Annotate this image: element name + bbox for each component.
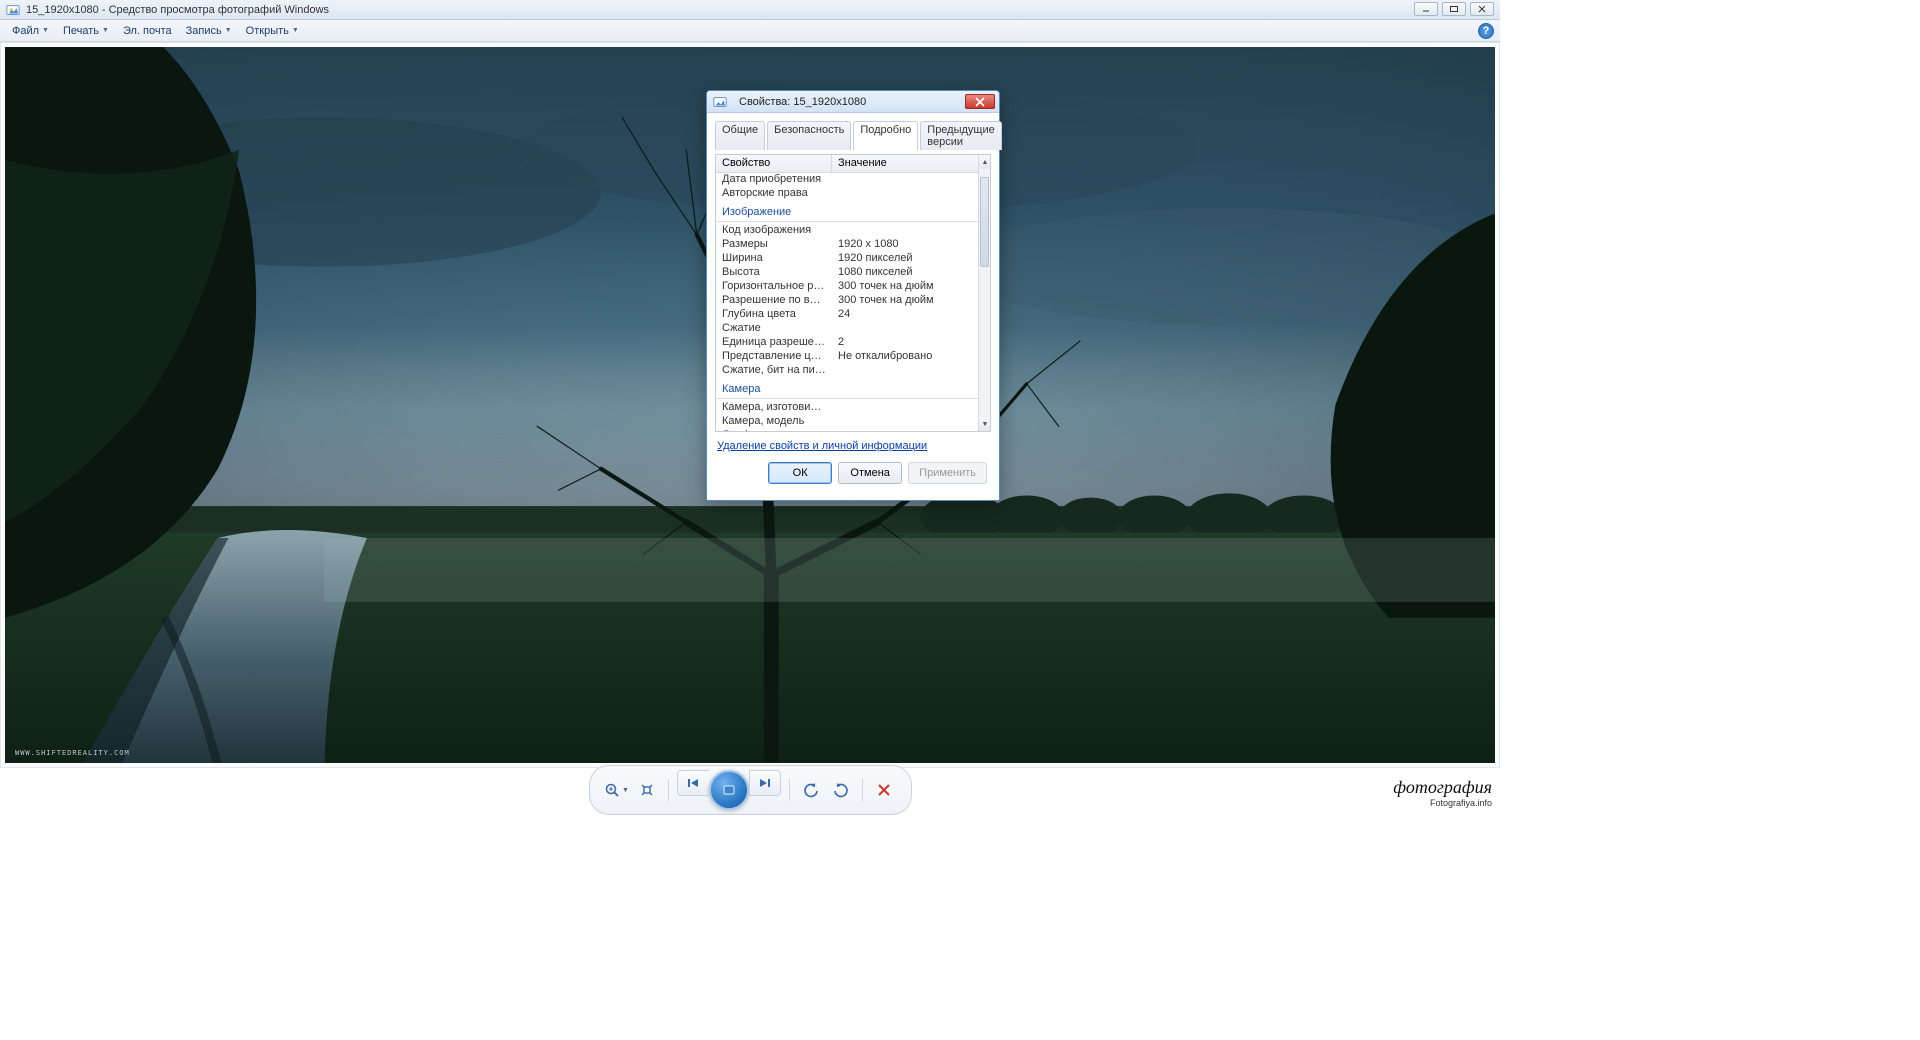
table-row[interactable]: Авторские права bbox=[716, 187, 978, 201]
table-row[interactable]: Высота1080 пикселей bbox=[716, 266, 978, 280]
ok-button[interactable]: ОК bbox=[768, 462, 832, 484]
next-button[interactable] bbox=[749, 770, 781, 796]
zoom-button[interactable]: ▼ bbox=[604, 777, 630, 803]
dialog-title: Свойства: 15_1920x1080 bbox=[739, 96, 866, 108]
col-property[interactable]: Свойство bbox=[716, 155, 832, 172]
menubar: Файл▼ Печать▼ Эл. почта Запись▼ Открыть▼… bbox=[0, 20, 1500, 42]
menu-print[interactable]: Печать▼ bbox=[57, 23, 115, 39]
scroll-down-icon[interactable]: ▼ bbox=[979, 417, 991, 431]
table-row[interactable]: Единица разрешения2 bbox=[716, 336, 978, 350]
section-image: Изображение bbox=[716, 203, 978, 222]
scroll-thumb[interactable] bbox=[980, 177, 989, 267]
table-row[interactable]: Горизонтальное разреше...300 точек на дю… bbox=[716, 280, 978, 294]
photo-watermark-left: WWW.SHIFTEDREALITY.COM bbox=[15, 749, 130, 757]
col-value[interactable]: Значение bbox=[832, 155, 990, 172]
slideshow-button[interactable] bbox=[709, 770, 749, 810]
scroll-up-icon[interactable]: ▲ bbox=[979, 155, 991, 169]
menu-file[interactable]: Файл▼ bbox=[6, 23, 55, 39]
separator bbox=[668, 779, 669, 801]
table-row[interactable]: Камера, модель bbox=[716, 415, 978, 429]
delete-button[interactable] bbox=[871, 777, 897, 803]
dialog-close-button[interactable] bbox=[965, 94, 995, 109]
table-row[interactable]: Глубина цвета24 bbox=[716, 308, 978, 322]
separator bbox=[789, 779, 790, 801]
tab-details[interactable]: Подробно bbox=[853, 121, 918, 150]
rotate-ccw-button[interactable] bbox=[798, 777, 824, 803]
properties-table: Свойство Значение Дата приобретения Авто… bbox=[715, 154, 991, 432]
table-row[interactable]: Представление цветаНе откалибровано bbox=[716, 350, 978, 364]
rotate-cw-button[interactable] bbox=[828, 777, 854, 803]
tab-versions[interactable]: Предыдущие версии bbox=[920, 121, 1001, 150]
dialog-titlebar[interactable]: Свойства: 15_1920x1080 bbox=[707, 91, 999, 113]
menu-open[interactable]: Открыть▼ bbox=[240, 23, 305, 39]
window-controls bbox=[1414, 2, 1494, 16]
fit-button[interactable] bbox=[634, 777, 660, 803]
table-row[interactable]: Размеры1920 x 1080 bbox=[716, 238, 978, 252]
close-button[interactable] bbox=[1470, 2, 1494, 16]
properties-dialog: Свойства: 15_1920x1080 Общие Безопасност… bbox=[706, 90, 1000, 501]
dialog-tabs: Общие Безопасность Подробно Предыдущие в… bbox=[715, 121, 991, 150]
table-row[interactable]: Код изображения bbox=[716, 224, 978, 238]
window-title: 15_1920x1080 - Средство просмотра фотогр… bbox=[26, 4, 329, 16]
titlebar: 15_1920x1080 - Средство просмотра фотогр… bbox=[0, 0, 1500, 20]
table-row[interactable]: Диафрагма bbox=[716, 429, 978, 431]
menu-burn[interactable]: Запись▼ bbox=[180, 23, 238, 39]
tab-general[interactable]: Общие bbox=[715, 121, 765, 150]
previous-button[interactable] bbox=[677, 770, 709, 796]
app-icon bbox=[6, 3, 20, 17]
minimize-button[interactable] bbox=[1414, 2, 1438, 16]
maximize-button[interactable] bbox=[1442, 2, 1466, 16]
table-row[interactable]: Дата приобретения bbox=[716, 173, 978, 187]
dialog-icon bbox=[713, 95, 727, 109]
page-watermark: фотография Fotografiya.info bbox=[1393, 777, 1492, 808]
apply-button[interactable]: Применить bbox=[908, 462, 987, 484]
table-row[interactable]: Разрешение по вертикали300 точек на дюйм bbox=[716, 294, 978, 308]
scrollbar[interactable]: ▲ ▼ bbox=[978, 155, 990, 431]
cancel-button[interactable]: Отмена bbox=[838, 462, 902, 484]
help-button[interactable]: ? bbox=[1478, 23, 1494, 39]
section-camera: Камера bbox=[716, 380, 978, 399]
separator bbox=[862, 779, 863, 801]
table-row[interactable]: Ширина1920 пикселей bbox=[716, 252, 978, 266]
control-bar: ▼ bbox=[589, 765, 912, 815]
table-row[interactable]: Камера, изготовитель bbox=[716, 401, 978, 415]
table-row[interactable]: Сжатие bbox=[716, 322, 978, 336]
table-row[interactable]: Сжатие, бит на пиксель bbox=[716, 364, 978, 378]
bottom-toolbar: ▼ bbox=[0, 768, 1500, 812]
tab-security[interactable]: Безопасность bbox=[767, 121, 851, 150]
remove-properties-link[interactable]: Удаление свойств и личной информации bbox=[717, 440, 927, 452]
menu-email[interactable]: Эл. почта bbox=[117, 23, 178, 39]
